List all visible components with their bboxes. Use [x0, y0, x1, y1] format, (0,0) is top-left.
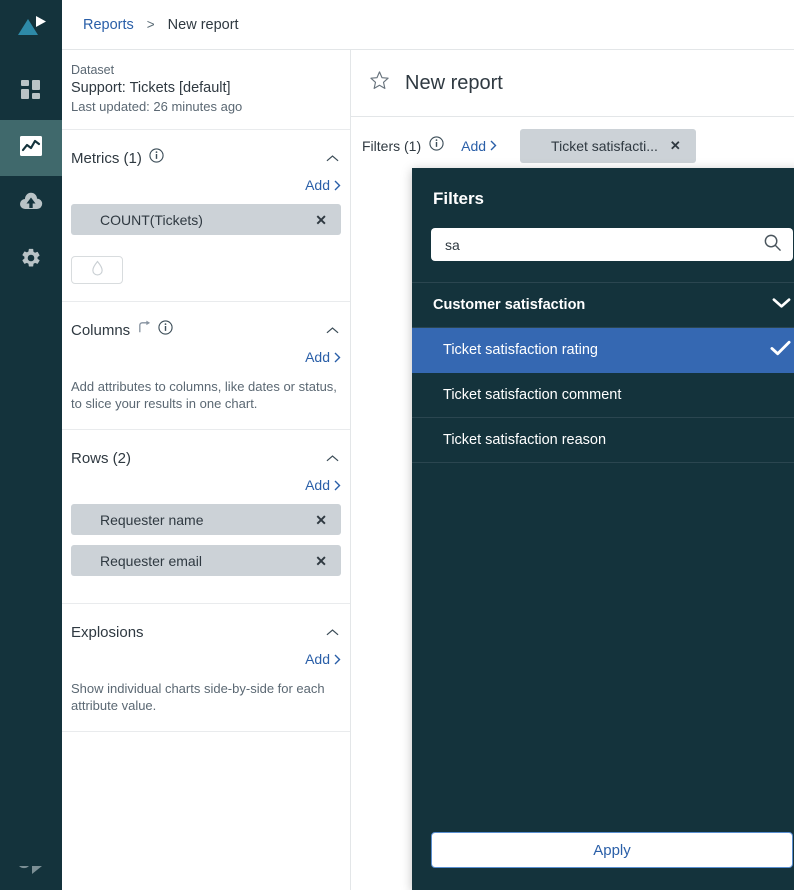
filter-option-ticket-satisfaction-comment[interactable]: Ticket satisfaction comment — [412, 373, 794, 418]
droplet-icon — [91, 260, 104, 281]
breadcrumb-reports-link[interactable]: Reports — [83, 17, 134, 33]
section-explosions-title: Explosions — [71, 623, 144, 641]
filter-option-label: Ticket satisfaction reason — [443, 432, 607, 448]
filter-option-ticket-satisfaction-rating[interactable]: Ticket satisfaction rating — [412, 328, 794, 373]
nav-bottom[interactable] — [0, 848, 62, 890]
app-root: Reports > New report Dataset Support: Ti… — [0, 0, 794, 890]
collapse-chevron-icon[interactable] — [326, 454, 341, 463]
row-chip[interactable]: Requester name ✕ — [71, 504, 341, 535]
section-rows: Rows (2) Add Requester name ✕ Requester … — [62, 439, 350, 604]
section-rows-title: Rows (2) — [71, 449, 132, 467]
section-metrics-title: Metrics (1) — [71, 149, 142, 167]
chevron-right-icon — [490, 140, 497, 151]
chevron-right-icon — [334, 654, 341, 664]
metric-chip[interactable]: COUNT(Tickets) ✕ — [71, 204, 341, 235]
breadcrumb-separator: > — [146, 17, 155, 32]
chevron-right-icon — [334, 480, 341, 490]
collapse-chevron-icon[interactable] — [326, 326, 341, 335]
nav-dashboards[interactable] — [0, 64, 62, 120]
filter-group-customer-satisfaction[interactable]: Customer satisfaction — [412, 282, 794, 328]
section-metrics-header: Metrics (1) — [71, 139, 341, 177]
filters-label: Filters (1) — [362, 137, 422, 154]
metrics-add-button[interactable]: Add — [305, 177, 341, 193]
partial-icon — [18, 864, 44, 889]
section-columns-title: Columns — [71, 321, 131, 339]
filter-option-label: Ticket satisfaction comment — [443, 387, 622, 403]
line-chart-icon — [20, 135, 42, 161]
active-filter-chip-label: Ticket satisfacti... — [551, 137, 658, 154]
filters-search-box[interactable] — [431, 228, 793, 261]
columns-add-label: Add — [305, 349, 330, 365]
filters-add-label: Add — [461, 137, 487, 154]
chevron-right-icon — [334, 352, 341, 362]
row-chip[interactable]: Requester email ✕ — [71, 545, 341, 576]
section-explosions: Explosions Add Show individual charts si… — [62, 613, 350, 732]
main-area: Reports > New report Dataset Support: Ti… — [62, 0, 794, 890]
search-input[interactable] — [445, 236, 763, 253]
info-icon[interactable] — [429, 135, 444, 156]
nav-settings[interactable] — [0, 232, 62, 288]
dataset-updated: Last updated: 26 minutes ago — [71, 99, 243, 114]
app-logo[interactable] — [0, 0, 62, 52]
filter-bar: Filters (1) Add Ticket satisfacti... ✕ — [351, 117, 794, 174]
info-icon[interactable] — [158, 320, 173, 340]
primary-nav-rail — [0, 0, 62, 890]
breadcrumb: Reports > New report — [62, 0, 794, 50]
filter-option-ticket-satisfaction-reason[interactable]: Ticket satisfaction reason — [412, 418, 794, 463]
collapse-chevron-icon[interactable] — [326, 154, 341, 163]
apply-button[interactable]: Apply — [431, 832, 793, 868]
report-config-panel: Dataset Support: Tickets [default] Last … — [62, 50, 351, 890]
row-chip-remove[interactable]: ✕ — [315, 554, 327, 568]
dataset-name: Support: Tickets [default] — [71, 80, 231, 96]
star-outline-icon[interactable] — [369, 70, 390, 96]
row-chip-label: Requester name — [100, 511, 204, 528]
section-metrics: Metrics (1) Add COUNT(Tickets) ✕ — [62, 139, 350, 302]
metric-chip-label: COUNT(Tickets) — [100, 211, 203, 228]
explosions-hint: Show individual charts side-by-side for … — [71, 681, 325, 713]
info-icon[interactable] — [149, 148, 164, 168]
explosions-add-label: Add — [305, 651, 330, 667]
rows-add-button[interactable]: Add — [305, 477, 341, 493]
filters-add-button[interactable]: Add — [461, 138, 497, 154]
search-icon[interactable] — [763, 233, 782, 257]
filters-dropdown-panel: Filters Customer satisfaction Ticket sat… — [412, 168, 794, 890]
rows-add-label: Add — [305, 477, 330, 493]
breadcrumb-current: New report — [167, 16, 239, 33]
cloud-upload-icon — [19, 192, 43, 217]
metric-chip-remove[interactable]: ✕ — [315, 213, 327, 227]
row-chip-label: Requester email — [100, 552, 202, 569]
nav-data-import[interactable] — [0, 176, 62, 232]
report-title-bar: New report — [351, 50, 794, 117]
dataset-label: Dataset — [71, 63, 115, 77]
section-explosions-header: Explosions — [71, 613, 341, 651]
columns-add-button[interactable]: Add — [305, 349, 341, 365]
filters-panel-title: Filters — [433, 189, 485, 208]
row-chip-remove[interactable]: ✕ — [315, 513, 327, 527]
metrics-add-label: Add — [305, 177, 330, 193]
section-columns-header: Columns — [71, 311, 341, 349]
metric-format-button[interactable] — [71, 256, 123, 284]
columns-hint: Add attributes to columns, like dates or… — [71, 379, 337, 411]
active-filter-chip-remove[interactable]: ✕ — [670, 138, 681, 154]
swap-rows-columns-icon[interactable] — [137, 320, 152, 340]
chevron-right-icon — [334, 180, 341, 190]
gear-icon — [20, 247, 42, 274]
check-icon — [770, 340, 791, 360]
dataset-block[interactable]: Dataset Support: Tickets [default] Last … — [62, 50, 350, 130]
filter-option-label: Ticket satisfaction rating — [443, 342, 598, 358]
section-rows-header: Rows (2) — [71, 439, 341, 477]
collapse-chevron-icon[interactable] — [326, 628, 341, 637]
nav-reports[interactable] — [0, 120, 62, 176]
filter-group-label: Customer satisfaction — [433, 297, 586, 313]
filters-panel-spacer — [412, 463, 794, 832]
explosions-add-button[interactable]: Add — [305, 651, 341, 667]
dashboard-grid-icon — [20, 79, 42, 106]
section-columns: Columns Add Add attributes to columns, l… — [62, 311, 350, 430]
page-title[interactable]: New report — [405, 72, 503, 95]
active-filter-chip[interactable]: Ticket satisfacti... ✕ — [520, 128, 696, 163]
chevron-down-icon — [772, 297, 791, 313]
